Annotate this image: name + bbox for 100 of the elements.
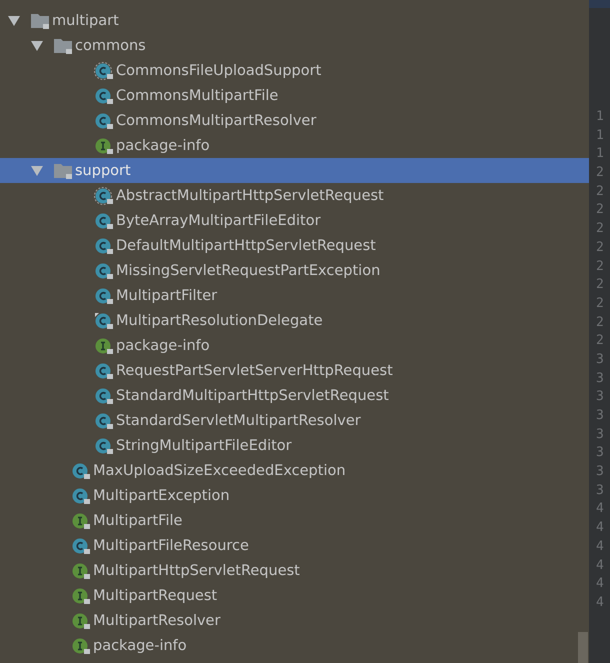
line-number: 2 [595,182,605,201]
tree-item-label: CommonsFileUploadSupport [116,62,322,80]
tree-item[interactable]: ByteArrayMultipartFileEditor [0,208,589,233]
tree-item-label: DefaultMultipartHttpServletRequest [116,236,376,254]
tree-item[interactable]: CommonsMultipartResolver [0,108,589,133]
line-number: 4 [595,538,605,556]
tree-item-label: ByteArrayMultipartFileEditor [116,212,321,230]
class-icon [94,212,114,230]
folder-icon [53,36,73,54]
tree-item-label: StringMultipartFileEditor [116,436,292,454]
tree-item-label: package-info [116,336,210,354]
line-number: 3 [595,407,605,425]
tree-item[interactable]: CommonsFileUploadSupport [0,58,589,83]
line-number: 3 [595,426,605,444]
line-number: 3 [595,370,605,388]
tree-item[interactable]: MultipartFile [0,508,589,533]
scrollbar-thumb[interactable] [578,632,588,663]
class-icon [94,312,114,330]
interface-icon [71,562,91,580]
interface-icon [94,136,114,154]
tree-item[interactable]: MultipartHttpServletRequest [0,558,589,583]
interface-icon [71,612,91,630]
class-icon [94,86,114,104]
interface-icon [94,336,114,354]
class-icon [94,412,114,430]
tree-item-label: MaxUploadSizeExceededException [93,462,346,480]
tree-item[interactable]: DefaultMultipartHttpServletRequest [0,233,589,258]
tree-item[interactable]: AbstractMultipartHttpServletRequest [0,183,589,208]
tree-item-label: MissingServletRequestPartException [116,262,380,280]
line-number: 1 [595,108,605,126]
abstract-class-icon [94,62,114,80]
line-number: 3 [595,444,605,462]
tree-item[interactable]: support [0,158,589,183]
tree-item[interactable]: CommonsMultipartFile [0,83,589,108]
tree-item[interactable]: StandardMultipartHttpServletRequest [0,383,589,408]
line-number: 4 [595,556,605,574]
tree-item[interactable]: StandardServletMultipartResolver [0,408,589,433]
tree-item[interactable]: StringMultipartFileEditor [0,433,589,458]
class-icon [94,386,114,404]
line-number: 3 [595,482,605,500]
line-number: 2 [595,238,605,257]
line-number: 2 [595,164,605,182]
tree-item[interactable]: package-info [0,133,589,158]
interface-icon [71,636,91,654]
line-number: 2 [595,332,605,350]
expand-arrow-icon[interactable] [31,40,43,50]
tree-item[interactable]: MultipartException [0,483,589,508]
class-icon [71,462,91,480]
tree-item[interactable]: MultipartResolutionDelegate [0,308,589,333]
line-number: 1 [595,126,605,145]
line-number: 3 [595,350,605,369]
interface-icon [71,586,91,604]
tree-item[interactable]: RequestPartServletServerHttpRequest [0,358,589,383]
tree-item-label: AbstractMultipartHttpServletRequest [116,186,384,204]
class-icon [94,112,114,130]
tree-item-label: MultipartResolutionDelegate [116,312,323,330]
tree-item-label: package-info [116,136,210,154]
expand-arrow-icon[interactable] [8,16,20,26]
class-icon [71,536,91,554]
line-number: 3 [595,463,605,482]
tree-item-label: MultipartFilter [116,286,218,304]
line-number: 3 [595,388,605,406]
tree-item[interactable]: MultipartRequest [0,583,589,608]
class-icon [94,262,114,280]
tree-item[interactable]: MultipartFileResource [0,533,589,558]
class-icon [94,236,114,254]
abstract-class-icon [94,186,114,204]
folder-icon [53,162,73,180]
tree-item-label: StandardMultipartHttpServletRequest [116,386,389,404]
tree-item-label: MultipartException [93,486,230,504]
tree-item[interactable]: package-info [0,633,589,658]
line-number: 2 [595,220,605,238]
tree-item-label: CommonsMultipartFile [116,86,278,104]
line-number: 4 [595,519,605,538]
tree-item[interactable]: multipart [0,8,589,33]
class-icon [94,436,114,454]
tree-item-label: CommonsMultipartResolver [116,112,316,130]
tree-item[interactable]: MaxUploadSizeExceededException [0,458,589,483]
line-number: 2 [595,294,605,313]
tree-item-label: commons [75,36,146,54]
tree-item[interactable]: MultipartResolver [0,608,589,633]
tree-item[interactable]: MissingServletRequestPartException [0,258,589,283]
tree-item[interactable]: commons [0,33,589,58]
tree-item[interactable]: package-info [0,333,589,358]
line-number: 4 [595,575,605,594]
tree-item[interactable]: MultipartFilter [0,283,589,308]
tree-item-label: multipart [52,12,119,30]
tree-item-label: RequestPartServletServerHttpRequest [116,362,393,380]
tree-item-label: package-info [93,636,187,654]
tree-item-label: MultipartRequest [93,586,218,604]
class-icon [71,486,91,504]
line-number: 1 [595,145,605,164]
line-number: 2 [595,201,605,220]
tree-item-label: MultipartFileResource [93,536,249,554]
class-icon [94,362,114,380]
expand-arrow-icon[interactable] [31,166,43,176]
tree-item-label: StandardServletMultipartResolver [116,412,361,430]
line-number: 2 [595,258,605,276]
tree-item-label: MultipartFile [93,512,182,530]
editor-tab-strip [589,0,610,8]
